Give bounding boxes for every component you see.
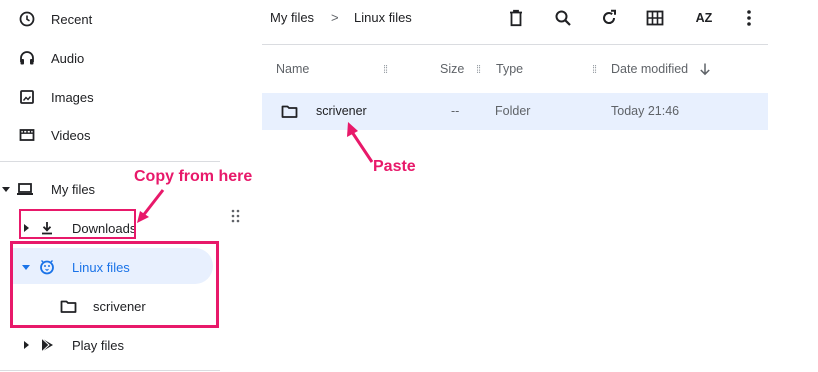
header-divider xyxy=(262,44,768,45)
column-resize-icon[interactable]: ⁞⁞ xyxy=(383,64,388,76)
grid-view-icon[interactable] xyxy=(645,8,665,28)
delete-icon[interactable] xyxy=(506,8,526,28)
video-icon xyxy=(18,126,36,144)
breadcrumb-current[interactable]: Linux files xyxy=(354,10,412,25)
play-store-icon xyxy=(38,336,56,354)
annotation-paste: Paste xyxy=(373,158,416,175)
laptop-icon xyxy=(16,180,34,198)
sidebar-item-label: My files xyxy=(51,182,96,197)
row-name[interactable]: scrivener xyxy=(316,104,367,118)
folder-icon xyxy=(281,104,298,119)
sidebar-item-audio[interactable]: Audio xyxy=(0,39,220,77)
column-resize-icon[interactable]: ⁞⁞ xyxy=(476,64,481,76)
sidebar-item-play-files[interactable]: Play files xyxy=(0,326,220,364)
copy-source-highlight xyxy=(19,209,136,239)
sidebar-item-videos[interactable]: Videos xyxy=(0,116,220,154)
sidebar-divider xyxy=(0,161,220,162)
resize-handle-icon[interactable] xyxy=(231,209,241,223)
column-header-size[interactable]: Size xyxy=(440,62,464,76)
row-size: -- xyxy=(451,104,460,118)
row-date: Today 21:46 xyxy=(611,104,680,118)
paste-target-highlight xyxy=(10,241,219,328)
clock-icon xyxy=(18,10,36,28)
expand-caret-icon[interactable] xyxy=(24,341,29,349)
sidebar-item-recent[interactable]: Recent xyxy=(0,0,220,38)
refresh-icon[interactable] xyxy=(599,8,619,28)
paste-arrow-icon xyxy=(347,122,374,163)
column-resize-icon[interactable]: ⁞⁞ xyxy=(592,64,597,76)
image-icon xyxy=(18,88,36,106)
sidebar-item-label: Images xyxy=(51,90,94,105)
sidebar-item-label: Videos xyxy=(51,128,91,143)
sidebar-item-label: Play files xyxy=(72,338,125,353)
sidebar-item-label: Audio xyxy=(51,51,85,66)
more-options-icon[interactable] xyxy=(739,8,759,28)
row-type: Folder xyxy=(495,104,531,118)
annotation-copy-from: Copy from here xyxy=(134,168,253,185)
column-header-type[interactable]: Type xyxy=(496,62,523,76)
column-header-date[interactable]: Date modified xyxy=(611,62,688,76)
headphones-icon xyxy=(18,49,36,67)
breadcrumb-separator: > xyxy=(331,10,339,25)
sidebar-item-images[interactable]: Images xyxy=(0,78,220,116)
sidebar-bottom-divider xyxy=(0,370,220,371)
expand-caret-icon[interactable] xyxy=(2,187,10,192)
sort-arrow-down-icon xyxy=(699,62,711,76)
search-icon[interactable] xyxy=(553,8,573,28)
copy-arrow-icon xyxy=(137,189,165,223)
files-app-window: Recent Audio Images Videos My files Down… xyxy=(0,0,818,372)
sidebar-item-label: Recent xyxy=(51,12,93,27)
breadcrumb-root[interactable]: My files xyxy=(270,10,314,25)
sort-icon[interactable]: AZ xyxy=(692,8,716,28)
column-header-name[interactable]: Name xyxy=(276,62,309,76)
